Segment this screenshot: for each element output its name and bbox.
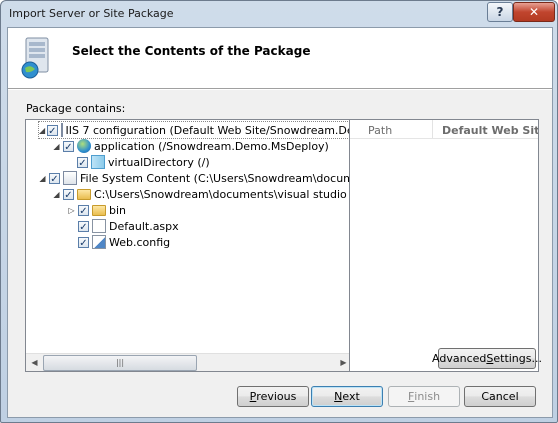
tree-item-label: Default.aspx (109, 219, 179, 233)
tree-item-label: application (/Snowdream.Demo.MsDeploy) (94, 139, 329, 153)
tree-checkbox[interactable]: ✓ (77, 156, 88, 169)
tree-item-default-aspx[interactable]: ✓ Default.aspx (78, 218, 179, 234)
button-label: revious (256, 390, 297, 403)
header-divider (8, 89, 552, 90)
tree-item-label: bin (109, 203, 127, 217)
previous-button[interactable]: Previous (237, 386, 309, 407)
value-column-header[interactable]: Default Web Site/Sno (442, 124, 538, 137)
config-file-icon (92, 235, 106, 249)
page-title: Select the Contents of the Package (72, 44, 311, 58)
finish-button[interactable]: Finish (388, 386, 460, 407)
window-title: Import Server or Site Package (9, 7, 174, 20)
dialog-window: Import Server or Site Package ? ✕ Select… (0, 0, 558, 423)
grid-header: Path Default Web Site/Sno (350, 120, 538, 139)
tree-item-iis-configuration[interactable]: ◢ ✓ IIS 7 configuration (Default Web Sit… (38, 121, 352, 139)
cancel-button[interactable]: Cancel (464, 386, 536, 407)
virtual-directory-icon (91, 155, 105, 169)
mnemonic: P (249, 390, 257, 403)
button-label: ettings... (493, 352, 542, 365)
wizard-header: Select the Contents of the Package (8, 28, 552, 89)
mnemonic: N (334, 390, 343, 403)
mnemonic: S (486, 352, 494, 365)
scroll-left-icon[interactable]: ◀ (26, 354, 43, 371)
expand-icon[interactable]: ◢ (39, 126, 45, 135)
file-system-icon (63, 171, 77, 185)
package-tree[interactable]: ◢ ✓ IIS 7 configuration (Default Web Sit… (25, 119, 353, 372)
globe-icon (77, 139, 91, 153)
tree-item-label: IIS 7 configuration (Default Web Site/Sn… (65, 123, 352, 137)
button-label: inish (414, 390, 441, 403)
expand-icon[interactable]: ◢ (52, 190, 61, 199)
scrollbar-thumb[interactable]: ||| (43, 355, 197, 371)
title-bar[interactable]: Import Server or Site Package ? ✕ (1, 1, 557, 27)
folder-icon (77, 188, 91, 200)
tree-item-application[interactable]: ◢ ✓ application (/Snowdream.Demo.MsDeplo… (52, 138, 329, 154)
iis-config-icon (60, 123, 63, 137)
help-button[interactable]: ? (487, 2, 513, 22)
aspx-file-icon (92, 219, 106, 233)
tree-checkbox[interactable]: ✓ (78, 236, 89, 249)
tree-checkbox[interactable]: ✓ (78, 220, 89, 233)
next-button[interactable]: Next (311, 386, 383, 407)
tree-item-label: File System Content (C:\Users\Snowdream\… (80, 171, 352, 185)
tree-item-file-system-content[interactable]: ◢ ✓ File System Content (C:\Users\Snowdr… (38, 170, 352, 186)
advanced-settings-button[interactable]: Advanced Settings... (432, 348, 542, 369)
path-column-header[interactable]: Path (368, 124, 392, 137)
properties-grid[interactable]: Path Default Web Site/Sno (349, 119, 539, 372)
button-label: ext (342, 390, 360, 403)
horizontal-scrollbar[interactable]: ◀ ||| ▶ (26, 353, 352, 371)
expand-icon[interactable]: ◢ (38, 174, 47, 183)
tree-checkbox[interactable]: ✓ (63, 188, 74, 201)
package-contains-label: Package contains: (26, 102, 126, 115)
tree-item-virtual-directory[interactable]: ✓ virtualDirectory (/) (77, 154, 210, 170)
expand-icon[interactable]: ◢ (52, 142, 61, 151)
tree-checkbox[interactable]: ✓ (49, 172, 60, 185)
tree-item-label: virtualDirectory (/) (108, 155, 210, 169)
dialog-body: Select the Contents of the Package Packa… (7, 27, 553, 418)
package-server-icon (21, 37, 49, 79)
button-label: Advanced (432, 352, 487, 365)
folder-icon (92, 204, 106, 216)
tree-item-project-folder[interactable]: ◢ ✓ C:\Users\Snowdream\documents\visual … (52, 186, 352, 202)
collapsed-icon[interactable]: ▷ (67, 206, 76, 215)
column-divider[interactable] (432, 120, 433, 138)
tree-item-bin[interactable]: ▷ ✓ bin (67, 202, 126, 218)
tree-checkbox[interactable]: ✓ (47, 124, 58, 137)
tree-item-label: Web.config (109, 235, 171, 249)
tree-item-label: C:\Users\Snowdream\documents\visual stud… (94, 187, 352, 201)
tree-checkbox[interactable]: ✓ (78, 204, 89, 217)
tree-checkbox[interactable]: ✓ (63, 140, 74, 153)
tree-item-web-config[interactable]: ✓ Web.config (78, 234, 170, 250)
close-button[interactable]: ✕ (513, 2, 555, 22)
